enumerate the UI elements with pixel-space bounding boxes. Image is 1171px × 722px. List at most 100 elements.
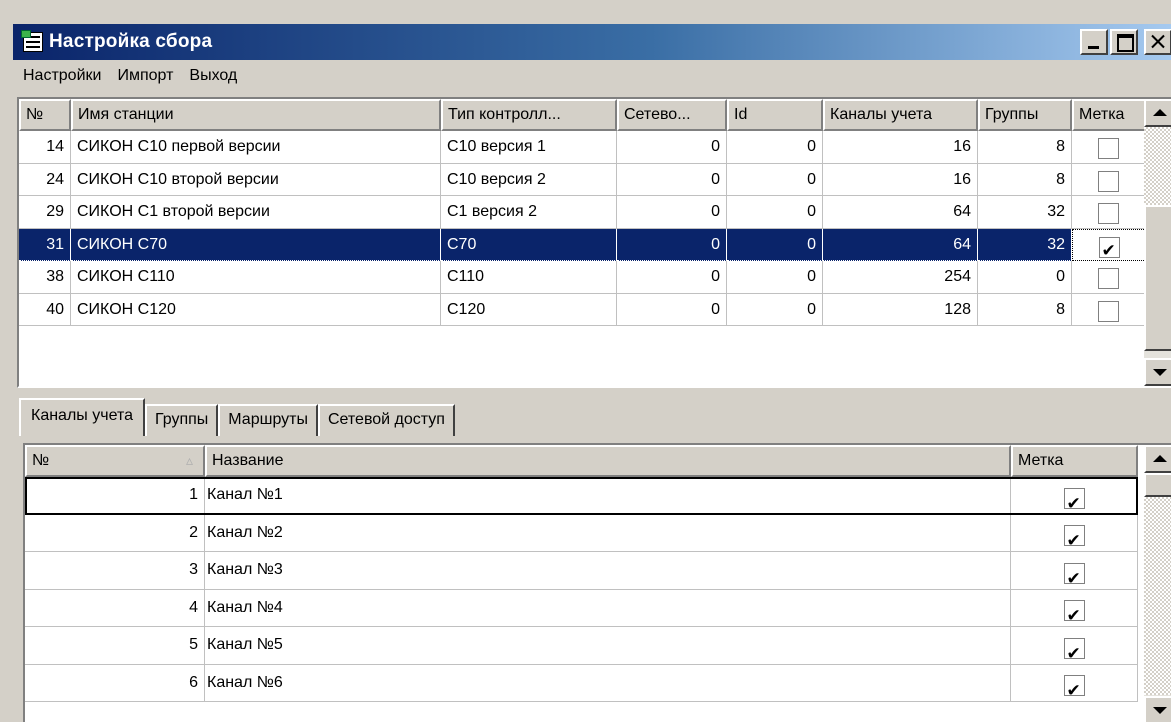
- table-row[interactable]: 4 Канал №4: [25, 589, 1138, 627]
- col-header-groups[interactable]: Группы: [978, 99, 1072, 131]
- table-row[interactable]: 40 СИКОН С120 С120 0 0 128 8: [19, 293, 1146, 326]
- mark-checkbox[interactable]: [1063, 673, 1085, 701]
- menu-settings[interactable]: Настройки: [17, 67, 107, 85]
- scroll-up-button[interactable]: [1144, 99, 1171, 127]
- station-name-cell[interactable]: СИКОН С70: [71, 228, 441, 261]
- mark-checkbox[interactable]: [1063, 561, 1085, 589]
- channel-num-cell[interactable]: 3: [25, 552, 205, 590]
- mark-checkbox[interactable]: [1063, 523, 1085, 551]
- station-id-cell[interactable]: 0: [727, 228, 823, 261]
- maximize-button[interactable]: [1110, 29, 1138, 55]
- col-header-channel-mark[interactable]: Метка: [1011, 445, 1138, 477]
- station-num-cell[interactable]: 31: [19, 228, 71, 261]
- station-num-cell[interactable]: 24: [19, 163, 71, 196]
- station-channels-cell[interactable]: 128: [823, 293, 978, 326]
- table-row[interactable]: 14 СИКОН С10 первой версии С10 версия 1001…: [19, 131, 1146, 164]
- station-channels-cell[interactable]: 64: [823, 196, 978, 229]
- channel-num-cell[interactable]: 5: [25, 627, 205, 665]
- table-row[interactable]: 6 Канал №6: [25, 664, 1138, 702]
- station-num-cell[interactable]: 29: [19, 196, 71, 229]
- col-header-channels[interactable]: Каналы учета: [823, 99, 978, 131]
- tab-groups[interactable]: Группы: [144, 404, 219, 436]
- table-row[interactable]: 31 СИКОН С70 С70 0 0 64 32: [19, 228, 1146, 261]
- menu-exit[interactable]: Выход: [183, 67, 243, 85]
- scroll-track[interactable]: [1144, 497, 1171, 695]
- mark-checkbox[interactable]: [1098, 235, 1120, 260]
- station-name-cell[interactable]: СИКОН С10 второй версии: [71, 163, 441, 196]
- station-type-cell[interactable]: С110: [441, 261, 617, 294]
- mark-checkbox[interactable]: [1098, 203, 1119, 225]
- station-type-cell[interactable]: С10 версия 2: [441, 163, 617, 196]
- channel-num-cell[interactable]: 6: [25, 664, 205, 702]
- station-network-cell[interactable]: 0: [617, 293, 727, 326]
- scroll-thumb[interactable]: [1144, 473, 1171, 497]
- station-type-cell[interactable]: С1 версия 2: [441, 196, 617, 229]
- station-channels-cell[interactable]: 16: [823, 131, 978, 164]
- station-name-cell[interactable]: СИКОН С120: [71, 293, 441, 326]
- channel-name-cell[interactable]: Канал №4: [205, 589, 1011, 627]
- tab-routes[interactable]: Маршруты: [218, 404, 318, 436]
- station-network-cell[interactable]: 0: [617, 131, 727, 164]
- mark-checkbox[interactable]: [1098, 300, 1119, 322]
- table-row[interactable]: 29 СИКОН С1 второй версии С1 версия 2 0 0 64 3…: [19, 196, 1146, 229]
- station-id-cell[interactable]: 0: [727, 293, 823, 326]
- col-header-type[interactable]: Тип контролл...: [441, 99, 617, 131]
- minimize-button[interactable]: [1080, 29, 1108, 55]
- stations-scrollbar[interactable]: [1144, 99, 1171, 386]
- scroll-up-button[interactable]: [1144, 445, 1171, 473]
- col-header-name[interactable]: Имя станции: [71, 99, 441, 131]
- scroll-down-button[interactable]: [1144, 358, 1171, 386]
- station-channels-cell[interactable]: 16: [823, 163, 978, 196]
- station-groups-cell[interactable]: 0: [978, 261, 1072, 294]
- stations-grid[interactable]: № Имя станции Тип контролл... Сетево... …: [17, 97, 1171, 388]
- channel-name-cell[interactable]: Канал №3: [205, 552, 1011, 590]
- channel-name-cell[interactable]: Канал №2: [205, 514, 1011, 552]
- table-row[interactable]: 3 Канал №3: [25, 552, 1138, 590]
- station-network-cell[interactable]: 0: [617, 196, 727, 229]
- channels-scrollbar[interactable]: [1144, 445, 1171, 722]
- tab-network-access[interactable]: Сетевой доступ: [317, 404, 455, 436]
- station-network-cell[interactable]: 0: [617, 261, 727, 294]
- col-header-channel-num[interactable]: № ▵: [25, 445, 205, 477]
- station-name-cell[interactable]: СИКОН С1 второй версии: [71, 196, 441, 229]
- table-row[interactable]: 2 Канал №2: [25, 514, 1138, 552]
- scroll-down-button[interactable]: [1144, 696, 1171, 722]
- station-network-cell[interactable]: 0: [617, 228, 727, 261]
- station-groups-cell[interactable]: 32: [978, 196, 1072, 229]
- mark-checkbox[interactable]: [1098, 170, 1119, 192]
- channel-name-cell[interactable]: Канал №5: [205, 627, 1011, 665]
- close-button[interactable]: [1144, 29, 1171, 55]
- station-groups-cell[interactable]: 32: [978, 228, 1072, 261]
- channel-name-cell[interactable]: Канал №6: [205, 664, 1011, 702]
- station-network-cell[interactable]: 0: [617, 163, 727, 196]
- station-id-cell[interactable]: 0: [727, 261, 823, 294]
- station-groups-cell[interactable]: 8: [978, 131, 1072, 164]
- col-header-channel-name[interactable]: Название: [205, 445, 1011, 477]
- station-type-cell[interactable]: С70: [441, 228, 617, 261]
- station-num-cell[interactable]: 14: [19, 131, 71, 164]
- table-row[interactable]: 1 Канал №1: [25, 477, 1138, 515]
- tab-channels[interactable]: Каналы учета: [19, 398, 145, 436]
- col-header-network[interactable]: Сетево...: [617, 99, 727, 131]
- col-header-mark[interactable]: Метка: [1072, 99, 1146, 131]
- station-type-cell[interactable]: С10 версия 1: [441, 131, 617, 164]
- scroll-thumb[interactable]: [1144, 205, 1171, 351]
- channel-num-cell[interactable]: 4: [25, 589, 205, 627]
- menu-import[interactable]: Импорт: [111, 67, 179, 85]
- station-channels-cell[interactable]: 254: [823, 261, 978, 294]
- channels-grid[interactable]: № ▵ Название Метка 1Канал №12Канал №23Ка…: [23, 443, 1171, 722]
- station-id-cell[interactable]: 0: [727, 163, 823, 196]
- mark-checkbox[interactable]: [1098, 138, 1119, 160]
- col-header-id[interactable]: Id: [727, 99, 823, 131]
- station-type-cell[interactable]: С120: [441, 293, 617, 326]
- station-groups-cell[interactable]: 8: [978, 163, 1072, 196]
- channel-name-cell[interactable]: Канал №1: [205, 477, 1011, 515]
- title-bar[interactable]: Настройка сбора: [13, 24, 1171, 60]
- table-row[interactable]: 38 СИКОН С110 С110 0 0 254 0: [19, 261, 1146, 294]
- col-header-num[interactable]: №: [19, 99, 71, 131]
- station-id-cell[interactable]: 0: [727, 196, 823, 229]
- table-row[interactable]: 5 Канал №5: [25, 627, 1138, 665]
- station-num-cell[interactable]: 38: [19, 261, 71, 294]
- channel-num-cell[interactable]: 1: [25, 477, 205, 515]
- station-name-cell[interactable]: СИКОН С110: [71, 261, 441, 294]
